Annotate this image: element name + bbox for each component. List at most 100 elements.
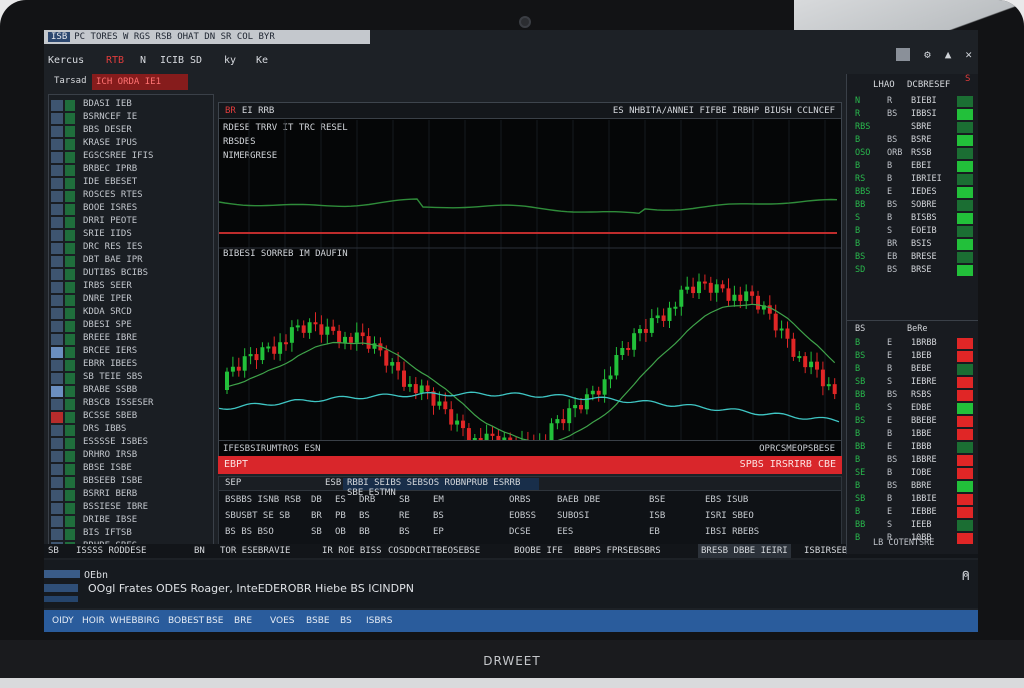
taskbar-item[interactable]: BS xyxy=(340,610,352,632)
candle xyxy=(773,313,778,331)
taskbar-item[interactable]: WHEBBIRG xyxy=(110,610,160,632)
status-item: BOOBE IFE xyxy=(514,546,563,556)
watchlist-row[interactable]: BRCEE IERS xyxy=(49,346,213,359)
depth-row[interactable]: BS E 1BEB xyxy=(847,351,978,363)
watchlist-row[interactable]: DRHRO IRSB xyxy=(49,450,213,463)
watchlist-row[interactable]: DRIBE IBSE xyxy=(49,515,213,528)
watchlist-row[interactable]: SB TEIE SBS xyxy=(49,372,213,385)
depth-row[interactable]: BS EB BRESE xyxy=(847,252,978,264)
watchlist-row[interactable]: BREEE IBRE xyxy=(49,333,213,346)
depth-row[interactable]: BS E BBEBE xyxy=(847,416,978,428)
depth-row[interactable]: B B EBEI xyxy=(847,161,978,173)
menu-item-1[interactable]: RTB xyxy=(106,52,124,70)
alert-bar[interactable]: EBPT SPBS IRSRIRB CBE xyxy=(218,456,842,474)
watchlist-row[interactable]: BBS DESER xyxy=(49,125,213,138)
depth-row[interactable]: B S EDBE xyxy=(847,403,978,415)
depth-row[interactable]: N R BIEBI xyxy=(847,96,978,108)
watchlist-row[interactable]: DRS IBBS xyxy=(49,424,213,437)
depth-row[interactable]: B BS BBRE xyxy=(847,481,978,493)
watchlist-row[interactable]: RBSCB ISSESER xyxy=(49,398,213,411)
close-icon[interactable]: ✕ xyxy=(965,48,972,66)
depth-row[interactable]: BB BS SOBRE xyxy=(847,200,978,212)
watchlist-row[interactable]: DRC RES IES xyxy=(49,242,213,255)
depth-row[interactable]: B BS BSRE xyxy=(847,135,978,147)
watchlist-row[interactable]: EGSCSREE IFIS xyxy=(49,151,213,164)
depth-row[interactable]: R BS IBBSI xyxy=(847,109,978,121)
table-row[interactable]: BSBBS ISNB RSB DB ES DRB SB EM ORBS BAEB DBE BSE… xyxy=(219,495,841,508)
watchlist-row[interactable]: BCSSE SBEB xyxy=(49,411,213,424)
candlestick-chart[interactable] xyxy=(219,120,841,440)
candle xyxy=(744,291,749,302)
depth-row[interactable]: RS B IBRIEI xyxy=(847,174,978,186)
table-row[interactable]: SBUSBT SE SB BR PB BS RE BS EOBSS SUBOSI ISB ISRI… xyxy=(219,511,841,524)
depth-row[interactable]: OSO ORB RSSB xyxy=(847,148,978,160)
watchlist-row[interactable]: IDE EBESET xyxy=(49,177,213,190)
watchlist-row[interactable]: DNRE IPER xyxy=(49,294,213,307)
settings-icon[interactable]: ⚙ xyxy=(924,48,931,66)
menu-item-4[interactable]: SD xyxy=(190,52,202,70)
depth-row[interactable]: SB S IEBRE xyxy=(847,377,978,389)
menu-item-6[interactable]: Ke xyxy=(256,52,268,70)
watchlist-row[interactable]: KRASE IPUS xyxy=(49,138,213,151)
candle xyxy=(366,336,371,349)
alert-icon[interactable]: ▲ xyxy=(945,48,952,66)
taskbar-item[interactable]: VOES xyxy=(270,610,294,632)
depth-row[interactable]: BB S IEEB xyxy=(847,520,978,532)
taskbar-item[interactable]: ISBRS xyxy=(366,610,393,632)
depth-row[interactable]: B B BEBE xyxy=(847,364,978,376)
watchlist-row[interactable]: BBSE ISBE xyxy=(49,463,213,476)
depth-row[interactable]: BB E IBBB xyxy=(847,442,978,454)
watchlist-row[interactable]: BBSEEB ISBE xyxy=(49,476,213,489)
ticker-text[interactable]: OOgl Frates ODES Roager, InteEDEROBR Hie… xyxy=(88,582,414,595)
watchlist-row[interactable]: DBESI SPE xyxy=(49,320,213,333)
person-icon[interactable]: ⍝ xyxy=(962,568,970,584)
depth-row[interactable]: S B BISBS xyxy=(847,213,978,225)
taskbar-item[interactable]: BSBE xyxy=(306,610,330,632)
menu-item-3[interactable]: ICIB xyxy=(160,52,184,70)
watchlist-row[interactable]: BRABE SSBB xyxy=(49,385,213,398)
watchlist-row[interactable]: IRBS SEER xyxy=(49,281,213,294)
depth-row[interactable]: B BR BSIS xyxy=(847,239,978,251)
watchlist-row[interactable]: EBRR IBEES xyxy=(49,359,213,372)
depth-row[interactable]: BB BS RSBS xyxy=(847,390,978,402)
depth-row[interactable]: SE B IOBE xyxy=(847,468,978,480)
taskbar-item[interactable]: HOIR xyxy=(82,610,105,632)
depth-row[interactable]: B R 10BB xyxy=(847,533,978,545)
depth-row[interactable]: B E 1BRBB xyxy=(847,338,978,350)
watchlist-row[interactable]: DRRI PEOTE xyxy=(49,216,213,229)
depth-row[interactable]: B S EOEIB xyxy=(847,226,978,238)
depth-row[interactable]: SB B 1BBIE xyxy=(847,494,978,506)
watchlist-row[interactable]: DBT BAE IPR xyxy=(49,255,213,268)
watchlist-row[interactable]: DUTIBS BCIBS xyxy=(49,268,213,281)
menu-item-0[interactable]: Kercus xyxy=(48,52,84,70)
depth-row[interactable]: RBS SBRE xyxy=(847,122,978,134)
depth-row[interactable]: B E IEBBE xyxy=(847,507,978,519)
depth-row[interactable]: B B 1BBE xyxy=(847,429,978,441)
row-icon xyxy=(51,126,63,137)
taskbar-item[interactable]: BSE xyxy=(206,610,223,632)
depth-row[interactable]: BBS E IEDES xyxy=(847,187,978,199)
watchlist-row[interactable]: BOOE ISRES xyxy=(49,203,213,216)
depth-row[interactable]: SD BS BRSE xyxy=(847,265,978,277)
menu-item-2[interactable]: N xyxy=(140,52,146,70)
watchlist-row[interactable]: BSRRI BERB xyxy=(49,489,213,502)
taskbar-item[interactable]: BOBEST xyxy=(168,610,204,632)
watchlist-row[interactable]: BDASI IEB xyxy=(49,99,213,112)
watchlist-row[interactable]: BRBEC IPRB xyxy=(49,164,213,177)
table-row[interactable]: BS BS BSO SB OB BB BS EP DCSE EES EB IBSI RBEBS xyxy=(219,527,841,540)
watchlist-row[interactable]: BIS IFTSB xyxy=(49,528,213,541)
candle xyxy=(266,346,271,349)
sub-toolbar-tag[interactable]: ICH ORDA IE1 xyxy=(92,74,188,90)
depth-row[interactable]: B BS 1BBRE xyxy=(847,455,978,467)
taskbar-item[interactable]: OIDY xyxy=(52,610,74,632)
minimize-icon[interactable] xyxy=(896,48,911,61)
table-cell: ISB xyxy=(649,511,666,521)
watchlist-row[interactable]: ESSSSE ISBES xyxy=(49,437,213,450)
watchlist-row[interactable]: BSSIESE IBRE xyxy=(49,502,213,515)
watchlist-row[interactable]: BSRNCEF IE xyxy=(49,112,213,125)
taskbar-item[interactable]: BRE xyxy=(234,610,252,632)
watchlist-row[interactable]: ROSCES RTES xyxy=(49,190,213,203)
menu-item-5[interactable]: ky xyxy=(224,52,236,70)
watchlist-row[interactable]: SRIE IIDS xyxy=(49,229,213,242)
watchlist-row[interactable]: KDDA SRCD xyxy=(49,307,213,320)
